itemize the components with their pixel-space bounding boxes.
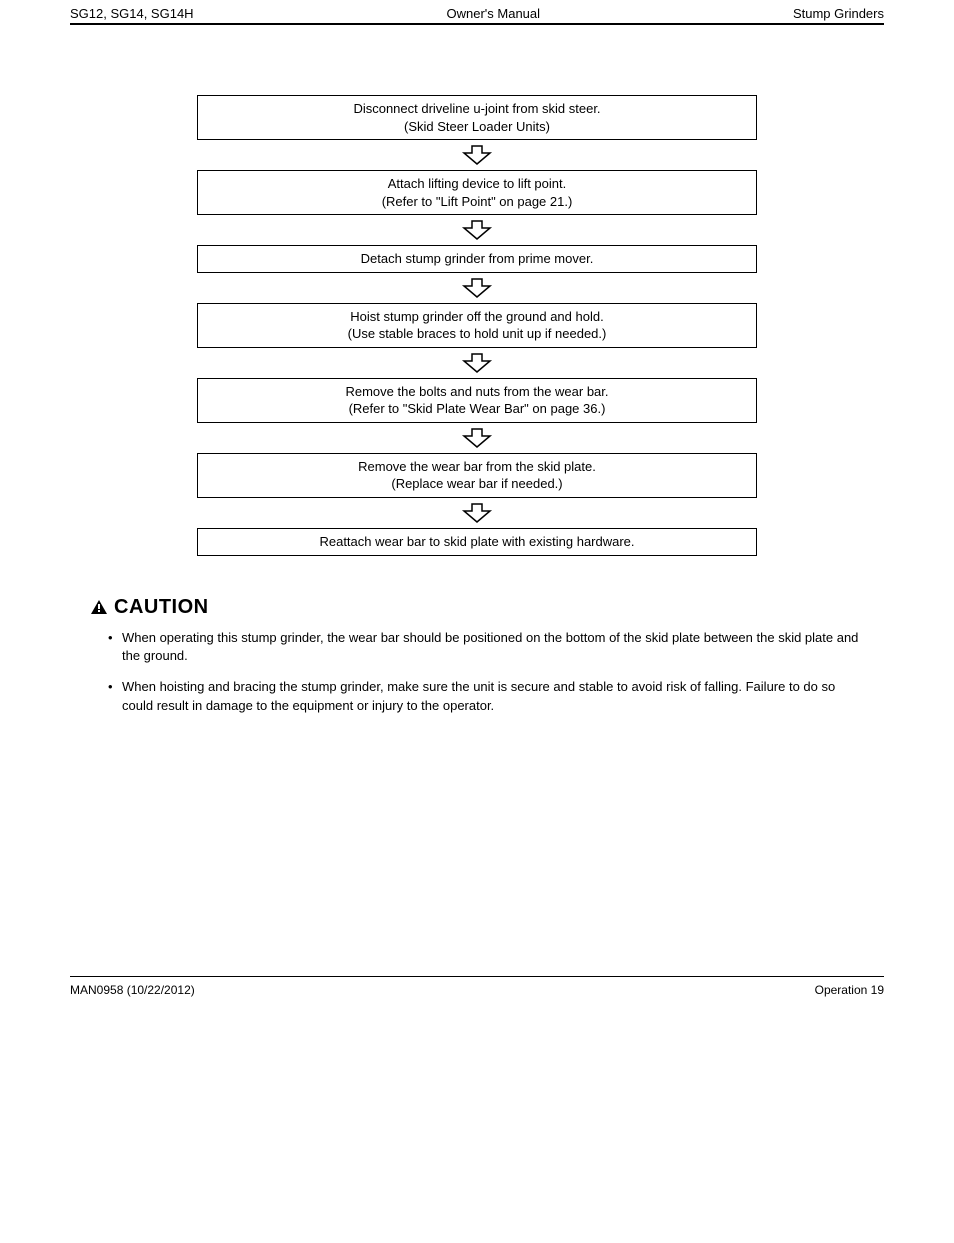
flow-step: Remove the bolts and nuts from the wear …: [197, 378, 757, 423]
flow-step: Disconnect driveline u-joint from skid s…: [197, 95, 757, 140]
down-arrow-icon: [460, 502, 494, 524]
caution-label: CAUTION: [90, 596, 209, 619]
header-divider: [70, 23, 884, 25]
flow-step: Hoist stump grinder off the ground and h…: [197, 303, 757, 348]
caution-section: CAUTION When operating this stump grinde…: [90, 596, 864, 716]
page-header: SG12, SG14, SG14H Owner's Manual Stump G…: [70, 6, 884, 23]
flow-step: Detach stump grinder from prime mover.: [197, 245, 757, 273]
down-arrow-icon: [460, 144, 494, 166]
flow-step: Remove the wear bar from the skid plate.…: [197, 453, 757, 498]
header-center: Owner's Manual: [194, 6, 793, 21]
warning-triangle-icon: [90, 599, 108, 615]
flow-step: Reattach wear bar to skid plate with exi…: [197, 528, 757, 556]
caution-bullet: When operating this stump grinder, the w…: [108, 629, 864, 667]
footer-right: Operation 19: [815, 983, 884, 997]
footer-left: MAN0958 (10/22/2012): [70, 983, 195, 997]
flowchart: Disconnect driveline u-joint from skid s…: [197, 95, 757, 556]
flow-step: Attach lifting device to lift point.(Ref…: [197, 170, 757, 215]
caution-bullet: When hoisting and bracing the stump grin…: [108, 678, 864, 716]
caution-bullets: When operating this stump grinder, the w…: [90, 629, 864, 716]
down-arrow-icon: [460, 277, 494, 299]
down-arrow-icon: [460, 352, 494, 374]
header-left: SG12, SG14, SG14H: [70, 6, 194, 21]
header-right: Stump Grinders: [793, 6, 884, 21]
down-arrow-icon: [460, 427, 494, 449]
page-footer: MAN0958 (10/22/2012) Operation 19: [70, 976, 884, 997]
caution-text: CAUTION: [114, 596, 209, 619]
down-arrow-icon: [460, 219, 494, 241]
